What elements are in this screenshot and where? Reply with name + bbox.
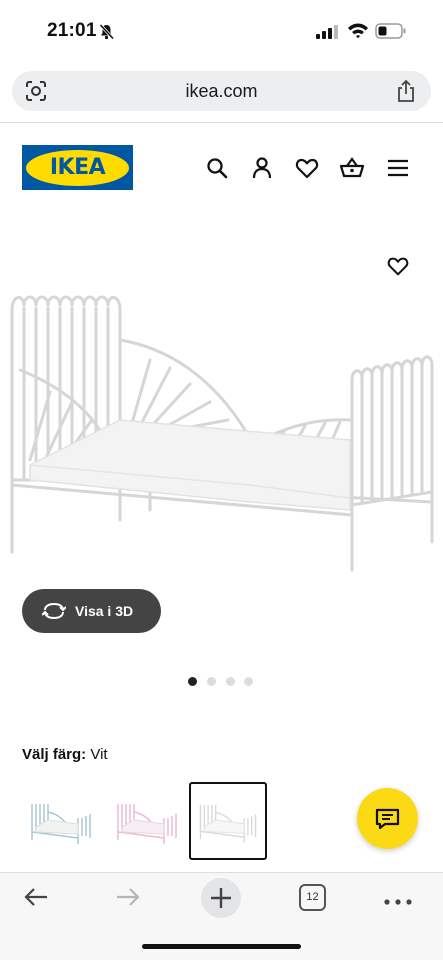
forward-arrow-icon[interactable] (114, 883, 142, 916)
color-selector-label: Välj färg: Vit (22, 746, 108, 763)
color-swatch-pink[interactable] (108, 782, 186, 860)
address-bar[interactable]: ikea.com (12, 71, 431, 111)
battery-icon (375, 23, 407, 44)
chat-button[interactable] (357, 788, 418, 849)
logo-oval: IKEA (26, 149, 129, 186)
tabs-button[interactable]: 12 (299, 884, 326, 911)
status-time: 21:01 (47, 20, 97, 41)
ikea-logo[interactable]: IKEA (22, 145, 133, 190)
view-3d-button[interactable]: Visa i 3D (22, 589, 161, 633)
image-carousel-dots[interactable] (188, 677, 258, 687)
search-icon[interactable] (204, 155, 230, 181)
signal-icon (316, 24, 340, 44)
carousel-dot[interactable] (188, 677, 197, 686)
carousel-dot[interactable] (207, 677, 216, 686)
url-text[interactable]: ikea.com (12, 81, 431, 102)
favorites-icon[interactable] (294, 155, 320, 181)
basket-icon[interactable] (339, 155, 365, 181)
product-image[interactable] (0, 280, 443, 585)
color-swatch-white-selected[interactable] (189, 782, 267, 860)
new-tab-button[interactable] (201, 878, 241, 918)
divider (0, 122, 443, 123)
status-bar: 21:01 (0, 0, 443, 62)
account-icon[interactable] (249, 155, 275, 181)
menu-icon[interactable] (385, 155, 411, 181)
bell-slash-icon (98, 23, 115, 45)
wifi-icon (347, 22, 369, 44)
color-label: Välj färg: (22, 746, 87, 763)
carousel-dot[interactable] (226, 677, 235, 686)
back-arrow-icon[interactable] (22, 883, 50, 916)
more-icon[interactable] (383, 893, 413, 911)
carousel-dot[interactable] (244, 677, 253, 686)
color-value: Vit (90, 746, 108, 763)
color-swatch-blue[interactable] (22, 782, 100, 860)
view-3d-label: Visa i 3D (75, 603, 134, 619)
share-icon[interactable] (395, 79, 417, 108)
plus-icon (211, 888, 231, 908)
home-indicator (142, 944, 301, 949)
save-to-favorites-icon[interactable] (386, 254, 410, 283)
chat-icon (375, 808, 400, 830)
logo-text: IKEA (49, 155, 106, 180)
rotate-3d-icon (41, 602, 67, 625)
